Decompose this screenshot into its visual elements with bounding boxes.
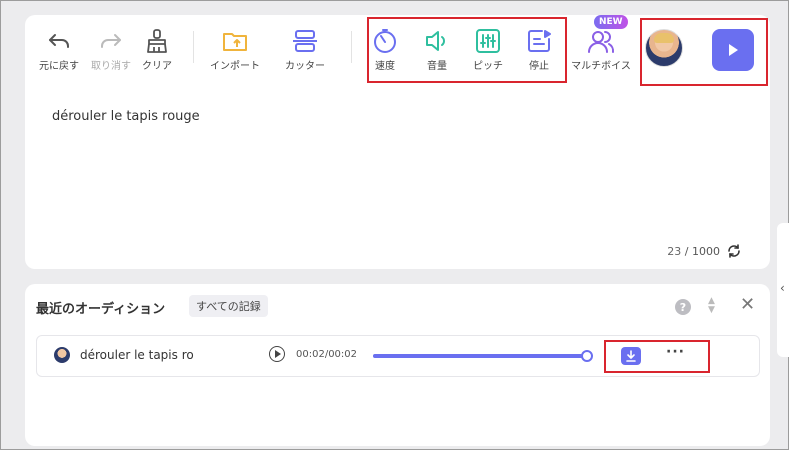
app-window: 元に戻す 取り消す クリア インポート カッター 速度 音量 ピッチ 停止 NE…	[0, 0, 789, 450]
undo-label: 元に戻す	[39, 61, 79, 72]
redo-icon	[101, 34, 121, 48]
char-max: / 1000	[684, 244, 720, 258]
toolbar-divider	[351, 31, 352, 63]
cutter-icon	[293, 30, 317, 52]
multivoice-button[interactable]: マルチボイス	[571, 27, 631, 72]
multivoice-icon	[588, 31, 615, 53]
progress-fill	[373, 354, 587, 358]
progress-track[interactable]	[373, 350, 593, 362]
row-play-icon[interactable]	[269, 346, 285, 362]
broom-icon	[147, 29, 167, 53]
chevron-left-icon: ‹	[780, 281, 785, 295]
char-count: 23	[667, 244, 682, 258]
redo-label: 取り消す	[91, 61, 131, 72]
close-icon[interactable]: ✕	[740, 296, 755, 314]
import-label: インポート	[210, 61, 260, 72]
highlight-box-voice-controls	[367, 17, 567, 83]
row-title: dérouler le tapis ro	[80, 348, 194, 362]
import-button[interactable]: インポート	[205, 27, 265, 72]
highlight-box-play	[640, 18, 768, 86]
undo-icon	[49, 34, 69, 48]
all-records-button[interactable]: すべての記録	[189, 295, 268, 317]
row-avatar	[54, 347, 70, 363]
highlight-box-download	[604, 340, 710, 373]
cutter-label: カッター	[285, 61, 325, 72]
toolbar-divider	[193, 31, 194, 63]
audition-title: 最近のオーディション	[36, 302, 166, 317]
clear-button[interactable]: クリア	[127, 27, 187, 72]
help-icon[interactable]: ?	[675, 299, 691, 315]
progress-handle[interactable]	[581, 350, 593, 362]
char-counter: 23 / 1000	[667, 243, 742, 259]
folder-import-icon	[223, 33, 247, 51]
side-panel-toggle[interactable]: ‹	[777, 223, 789, 357]
undo-button[interactable]: 元に戻す	[29, 27, 89, 72]
text-editor[interactable]: dérouler le tapis rouge	[52, 109, 200, 124]
cutter-button[interactable]: カッター	[275, 27, 335, 72]
row-time: 00:02/00:02	[296, 349, 358, 360]
refresh-icon[interactable]	[726, 243, 742, 259]
clear-label: クリア	[142, 61, 172, 72]
multivoice-label: マルチボイス	[571, 61, 631, 72]
sort-icon[interactable]: ▲ ▼	[708, 297, 715, 315]
